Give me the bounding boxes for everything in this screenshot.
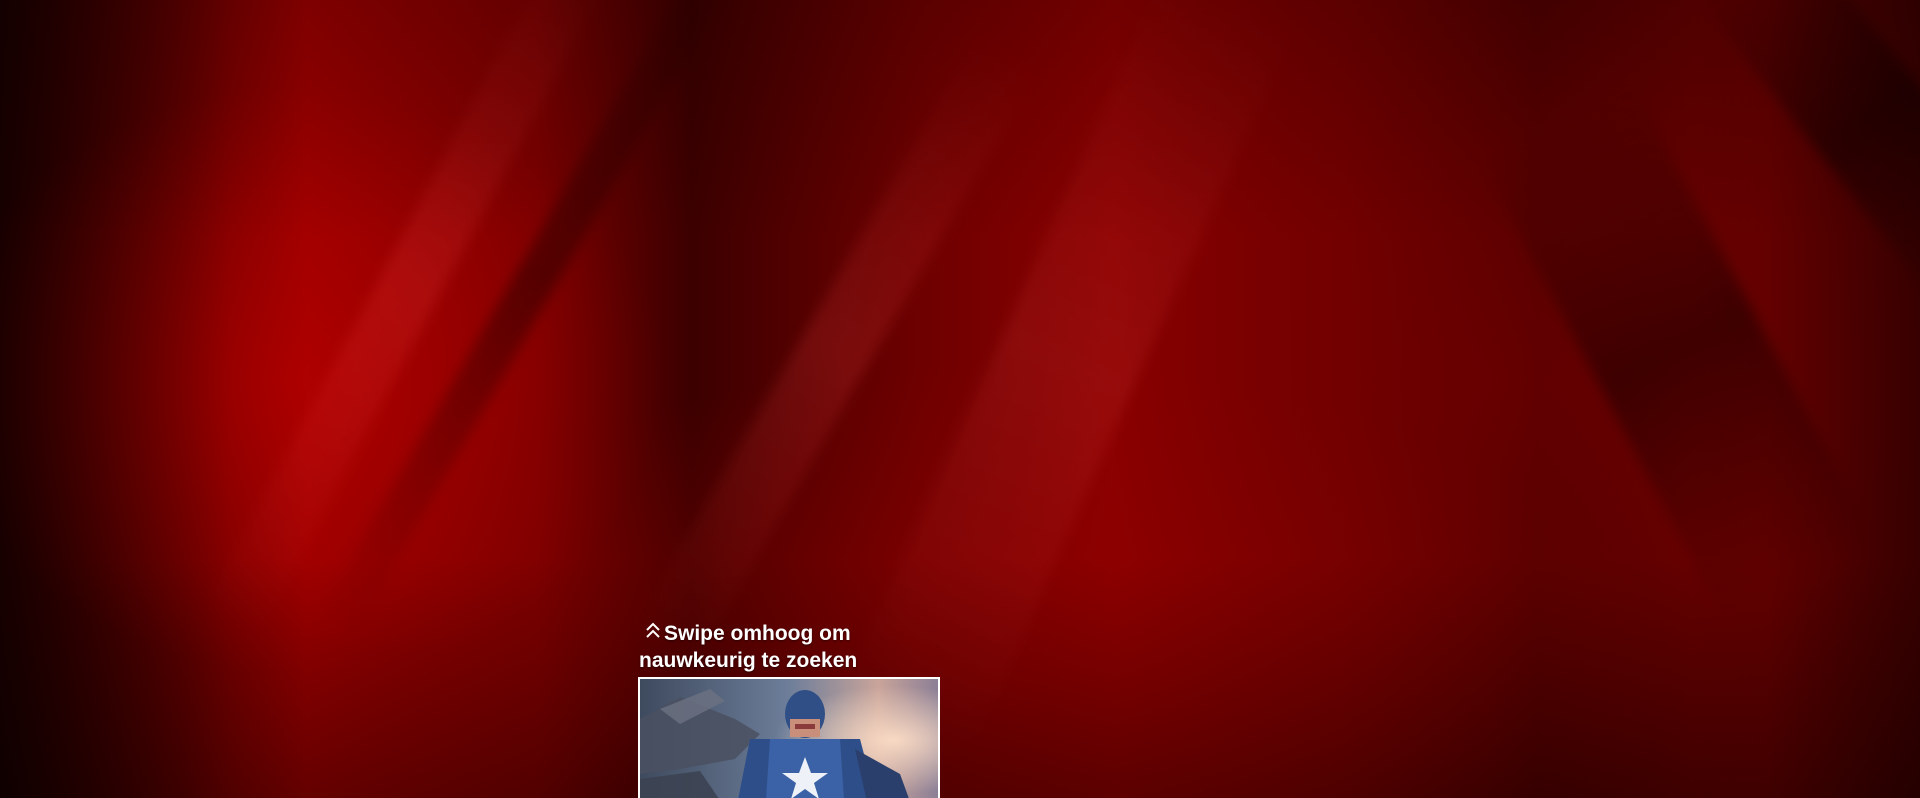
swipe-hint-line2: nauwkeurig te zoeken: [639, 649, 858, 672]
scrub-preview-thumbnail[interactable]: [638, 677, 940, 798]
swipe-hint-line1: Swipe omhoog om: [664, 622, 851, 645]
swipe-up-hint: Swipe omhoog om nauwkeurig te zoeken: [639, 620, 939, 674]
background-vignette: [0, 0, 1920, 798]
superhero-in-star-suit-image: [640, 679, 938, 798]
video-player-stage[interactable]: Swipe omhoog om nauwkeurig te zoeken: [0, 0, 1920, 798]
double-chevron-up-icon: [646, 622, 660, 638]
